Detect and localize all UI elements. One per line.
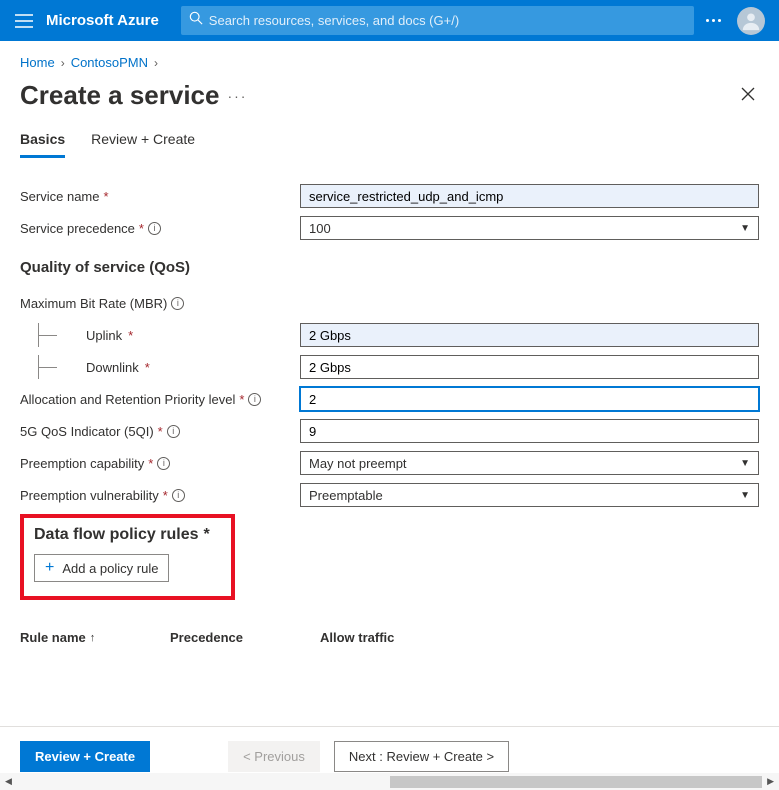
mbr-label: Maximum Bit Rate (MBR) i — [20, 296, 300, 311]
uplink-input[interactable] — [300, 323, 759, 347]
preempt-vuln-select[interactable]: Preemptable ▼ — [300, 483, 759, 507]
breadcrumb-item[interactable]: ContosoPMN — [71, 55, 148, 70]
tab-review[interactable]: Review + Create — [91, 131, 195, 158]
more-icon[interactable] — [706, 19, 721, 22]
col-precedence[interactable]: Precedence — [170, 630, 320, 645]
sort-asc-icon: ↑ — [90, 632, 96, 644]
more-actions-icon[interactable]: ··· — [227, 88, 247, 104]
info-icon[interactable]: i — [171, 297, 184, 310]
hamburger-icon[interactable] — [14, 11, 34, 31]
search-input[interactable] — [209, 13, 686, 28]
info-icon[interactable]: i — [157, 457, 170, 470]
service-precedence-select[interactable]: 100 ▼ — [300, 216, 759, 240]
service-name-label: Service name* — [20, 189, 300, 204]
scroll-right-icon[interactable]: ▶ — [764, 776, 777, 787]
chevron-right-icon: › — [154, 56, 158, 70]
col-rule-name[interactable]: Rule name ↑ — [20, 630, 170, 645]
rule-table-headers: Rule name ↑ Precedence Allow traffic — [20, 630, 759, 645]
chevron-right-icon: › — [61, 56, 65, 70]
downlink-label: Downlink* — [20, 355, 300, 379]
add-policy-rule-button[interactable]: + Add a policy rule — [34, 554, 169, 582]
qos-heading: Quality of service (QoS) — [20, 259, 759, 276]
info-icon[interactable]: i — [248, 393, 261, 406]
search-icon — [189, 11, 203, 30]
page-title: Create a service — [20, 80, 219, 111]
tabs: Basics Review + Create — [20, 131, 759, 159]
breadcrumb-home[interactable]: Home — [20, 55, 55, 70]
info-icon[interactable]: i — [167, 425, 180, 438]
scroll-track[interactable] — [17, 775, 762, 789]
horizontal-scrollbar[interactable]: ◀ ▶ — [0, 773, 779, 790]
qos5g-label: 5G QoS Indicator (5QI)* i — [20, 424, 300, 439]
col-allow-traffic[interactable]: Allow traffic — [320, 630, 470, 645]
footer-bar: Review + Create < Previous Next : Review… — [0, 726, 779, 772]
preempt-cap-select[interactable]: May not preempt ▼ — [300, 451, 759, 475]
qos5g-input[interactable] — [300, 419, 759, 443]
scroll-thumb[interactable] — [390, 776, 763, 788]
downlink-input[interactable] — [300, 355, 759, 379]
title-row: Create a service ··· — [20, 80, 759, 111]
preempt-vuln-label: Preemption vulnerability* i — [20, 488, 300, 503]
close-icon[interactable] — [737, 81, 759, 110]
uplink-label: Uplink* — [20, 323, 300, 347]
service-precedence-label: Service precedence* i — [20, 221, 300, 236]
avatar[interactable] — [737, 7, 765, 35]
scroll-left-icon[interactable]: ◀ — [2, 776, 15, 787]
tab-basics[interactable]: Basics — [20, 131, 65, 158]
info-icon[interactable]: i — [172, 489, 185, 502]
top-bar: Microsoft Azure — [0, 0, 779, 41]
chevron-down-icon: ▼ — [740, 458, 750, 469]
arp-label: Allocation and Retention Priority level*… — [20, 392, 300, 407]
chevron-down-icon: ▼ — [740, 223, 750, 234]
review-create-button[interactable]: Review + Create — [20, 741, 150, 772]
search-box[interactable] — [181, 6, 694, 35]
content-area: Home › ContosoPMN › Create a service ···… — [0, 41, 779, 720]
breadcrumb: Home › ContosoPMN › — [20, 55, 759, 70]
brand-label[interactable]: Microsoft Azure — [46, 12, 159, 29]
chevron-down-icon: ▼ — [740, 490, 750, 501]
info-icon[interactable]: i — [148, 222, 161, 235]
arp-input[interactable] — [300, 387, 759, 411]
preempt-cap-label: Preemption capability* i — [20, 456, 300, 471]
policy-rules-heading: Data flow policy rules* — [34, 526, 221, 544]
previous-button: < Previous — [228, 741, 320, 772]
plus-icon: + — [45, 560, 54, 576]
policy-rules-callout: Data flow policy rules* + Add a policy r… — [20, 514, 235, 600]
next-button[interactable]: Next : Review + Create > — [334, 741, 509, 772]
service-name-input[interactable] — [300, 184, 759, 208]
